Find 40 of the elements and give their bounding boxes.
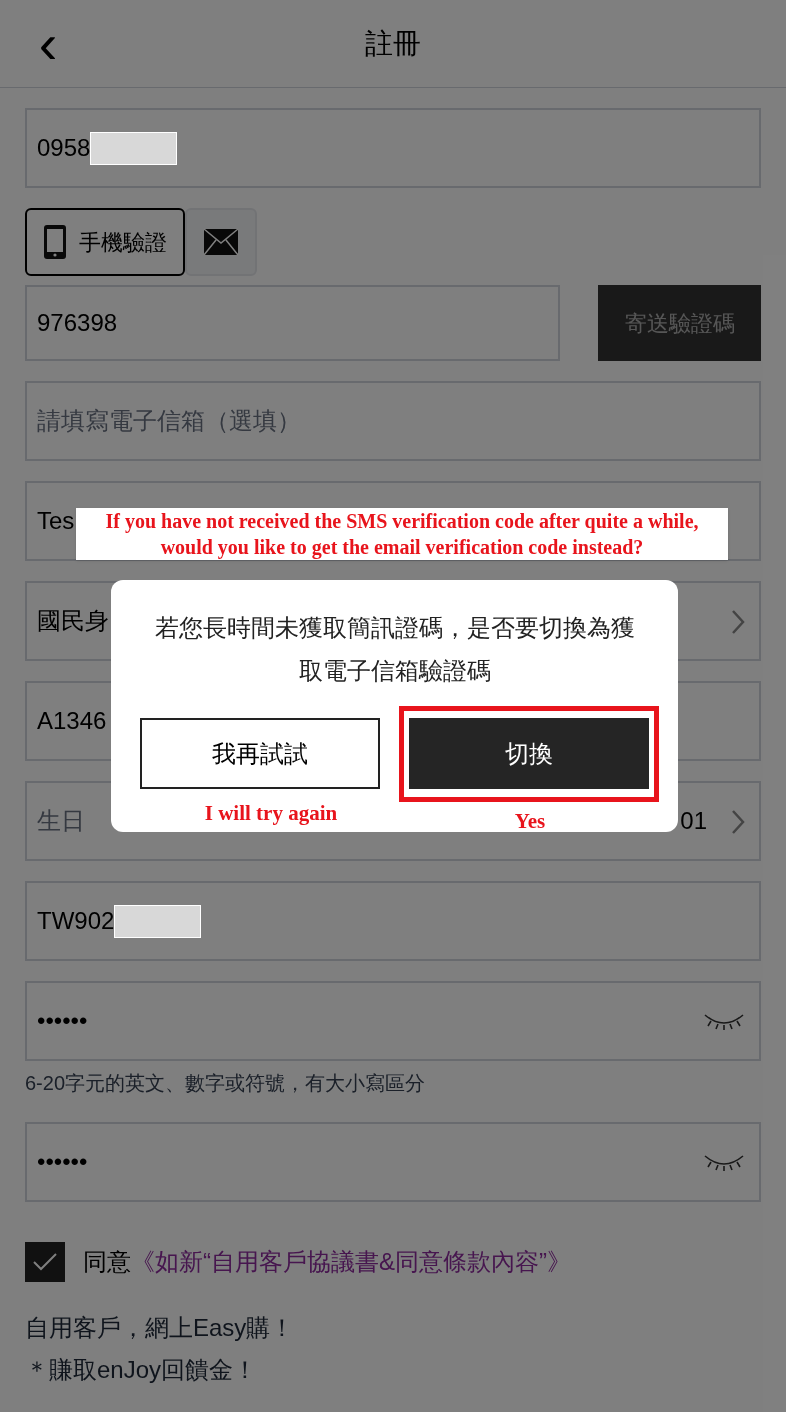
field-value: TW902 [37, 906, 115, 936]
page-title: 註冊 [365, 26, 421, 61]
field-placeholder: 請填寫電子信箱（選填） [37, 406, 301, 436]
method-tab[interactable] [185, 208, 257, 276]
method-tab[interactable]: 手機驗證 [25, 208, 185, 276]
field-value: 976398 [37, 308, 118, 338]
field-value: •••••• [37, 1006, 88, 1036]
input-field[interactable]: 0958 [25, 108, 761, 188]
annotation-label: Yes [513, 808, 547, 835]
field-value: 0958 [37, 133, 91, 163]
field-value: A1346 [37, 706, 107, 736]
password-field[interactable]: •••••• [25, 1122, 761, 1202]
back-button[interactable]: ‹ [30, 20, 66, 68]
input-field[interactable]: 請填寫電子信箱（選填） [25, 381, 761, 461]
field-value: 國民身 [37, 606, 109, 636]
input-field[interactable]: TW902 [25, 881, 761, 961]
promo-text: 自用客戶，網上Easy購！ [25, 1313, 296, 1343]
field-value: 01 [680, 806, 707, 836]
annotation-callout: If you have not received the SMS verification code after quite a while, would you like to get the email verification code instead? [76, 508, 728, 560]
switch-button[interactable]: 切換 [409, 718, 649, 789]
promo-text: ＊賺取enJoy回饋金！ [25, 1355, 259, 1385]
checkbox[interactable] [25, 1242, 65, 1282]
chevron-icon [731, 809, 745, 835]
field-placeholder: 生日 [37, 806, 85, 836]
agreement-label: 同意 [83, 1247, 131, 1277]
dialog-message: 若您長時間未獲取簡訊證碼，是否要切換為獲取電子信箱驗證碼 [153, 613, 636, 686]
phone-icon [43, 224, 67, 260]
eye-closed-icon [703, 1154, 745, 1172]
annotation-label: I will try again [203, 800, 339, 827]
password-field[interactable]: •••••• [25, 981, 761, 1061]
field-value: •••••• [37, 1147, 88, 1177]
input-field[interactable]: 976398 [25, 285, 560, 361]
eye-closed-icon [703, 1013, 745, 1031]
chevron-icon [731, 609, 745, 635]
field-value: Tes [37, 506, 75, 536]
mail-icon [203, 228, 239, 256]
terms-link[interactable]: 《如新“自用客戶協議書&同意條款內容”》 [131, 1244, 571, 1280]
hint-text: 6-20字元的英文、數字或符號，有大小寫區分 [25, 1071, 427, 1095]
retry-button[interactable]: 我再試試 [140, 718, 380, 789]
check-icon [32, 1252, 58, 1272]
